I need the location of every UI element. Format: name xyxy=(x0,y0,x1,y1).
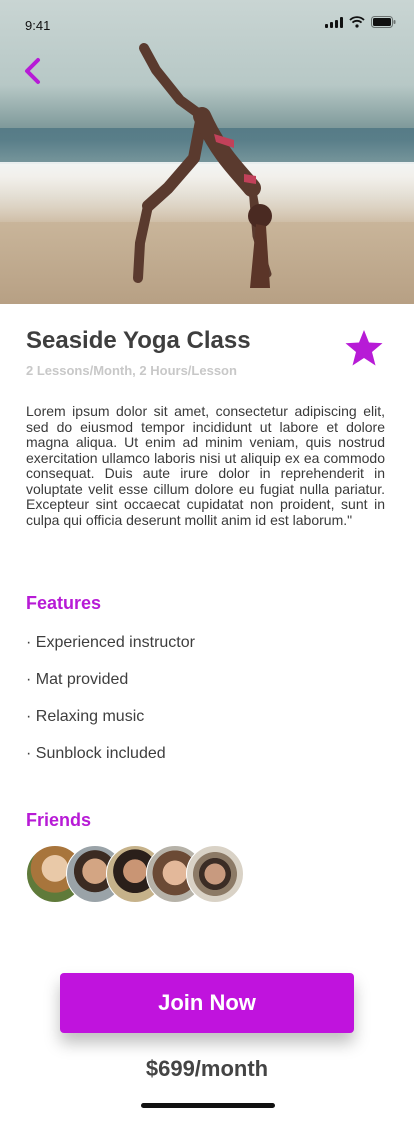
home-indicator[interactable] xyxy=(141,1103,275,1108)
status-bar: 9:41 xyxy=(0,0,414,46)
status-time: 9:41 xyxy=(25,18,51,33)
friends-heading: Friends xyxy=(26,810,92,830)
feature-item: · Relaxing music xyxy=(26,708,145,725)
join-now-button[interactable]: Join Now xyxy=(60,973,354,1033)
friends-avatars xyxy=(26,845,256,905)
feature-item: · Experienced instructor xyxy=(26,634,195,651)
cellular-signal-icon xyxy=(325,16,343,28)
feature-item: · Sunblock included xyxy=(26,745,166,762)
star-icon[interactable] xyxy=(344,328,384,368)
price-label: $699/month xyxy=(145,1056,269,1081)
class-title: Seaside Yoga Class xyxy=(26,327,251,354)
yoga-figure xyxy=(133,43,272,288)
features-heading: Features xyxy=(26,593,102,613)
feature-item: · Mat provided xyxy=(26,671,129,688)
chevron-left-icon[interactable] xyxy=(20,56,46,86)
avatar[interactable] xyxy=(186,845,244,903)
wifi-icon xyxy=(349,16,365,28)
class-description: Lorem ipsum dolor sit amet, consectetur … xyxy=(26,403,385,528)
status-icons xyxy=(325,16,396,28)
battery-icon xyxy=(371,16,396,28)
class-subtitle: 2 Lessons/Month, 2 Hours/Lesson xyxy=(26,363,237,378)
